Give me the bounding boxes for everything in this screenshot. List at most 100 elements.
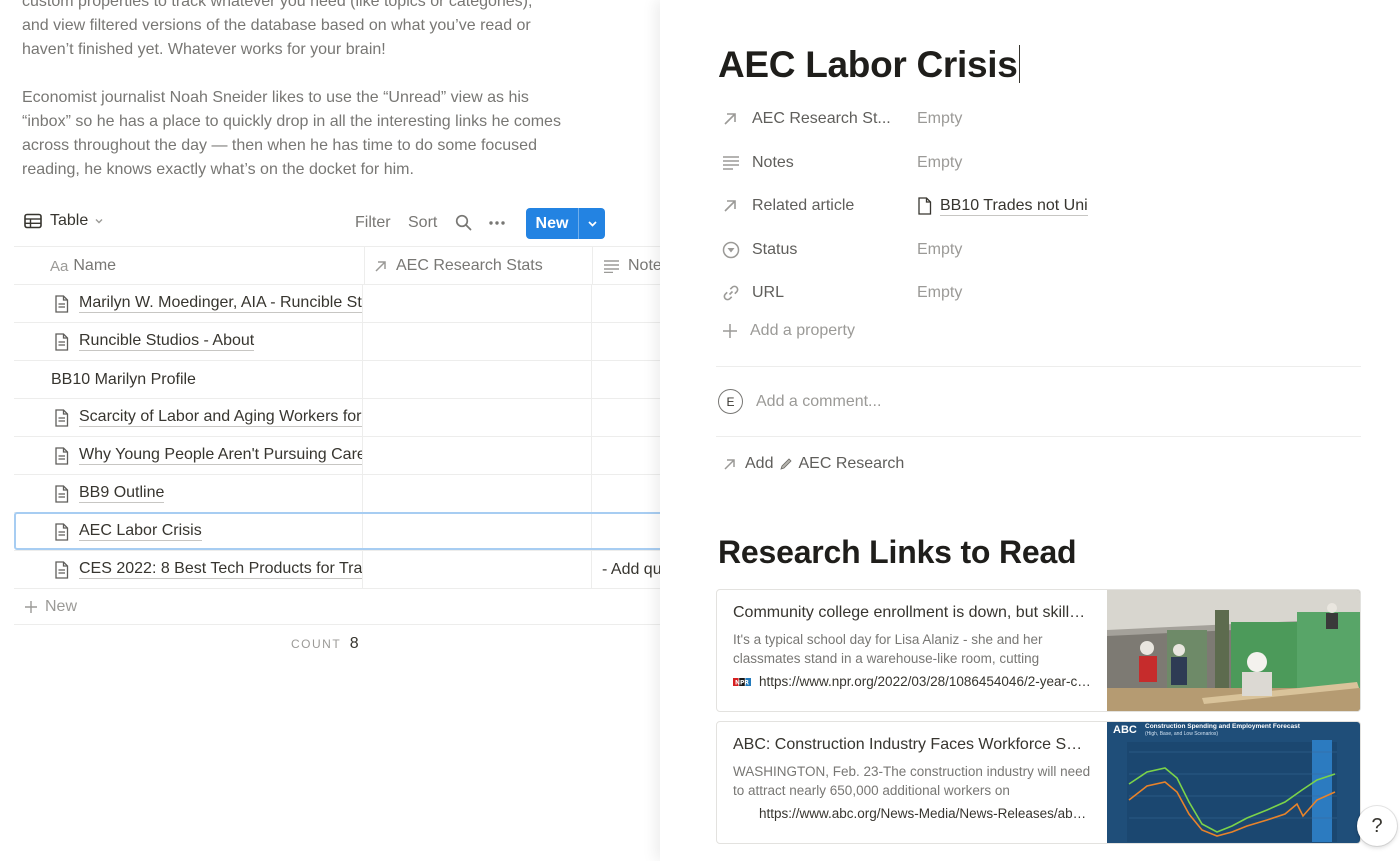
column-header-aec-research-stats[interactable]: AEC Research Stats: [364, 247, 592, 285]
name-cell[interactable]: Scarcity of Labor and Aging Workers for …: [14, 399, 362, 436]
name-cell[interactable]: BB10 Marilyn Profile: [14, 361, 362, 398]
intro-paragraph-1: custom properties to track whatever you …: [22, 0, 533, 58]
notes-cell[interactable]: [591, 285, 660, 322]
section-heading: Research Links to Read: [718, 534, 1077, 570]
property-name: URL: [752, 284, 785, 301]
notes-cell[interactable]: [591, 437, 660, 474]
status-icon: [722, 241, 744, 259]
table-row[interactable]: Marilyn W. Moedinger, AIA - Runcible Stu…: [14, 285, 660, 323]
relation-arrow-icon: [722, 111, 744, 127]
name-cell[interactable]: Runcible Studios - About: [14, 323, 362, 360]
aec-cell[interactable]: [362, 437, 591, 474]
filter-button[interactable]: Filter: [355, 214, 391, 232]
count-label: COUNT: [291, 637, 341, 651]
aec-cell[interactable]: [362, 475, 591, 512]
page-icon: [55, 446, 69, 465]
table-row[interactable]: BB9 Outline: [14, 475, 660, 513]
add-new-row-label: New: [45, 597, 78, 615]
bookmark-card[interactable]: Community college enrollment is down, bu…: [716, 589, 1361, 712]
property-notes[interactable]: Notes Empty: [722, 148, 1362, 178]
divider: [716, 436, 1361, 437]
view-tab-table[interactable]: Table: [24, 212, 112, 230]
new-record-button[interactable]: New: [526, 208, 605, 239]
property-value[interactable]: Empty: [917, 284, 962, 302]
bookmark-thumbnail-chart: ABC Construction Spending and Employment…: [1107, 722, 1360, 843]
name-cell[interactable]: CES 2022: 8 Best Tech Products for Trade…: [14, 551, 362, 588]
related-article-link[interactable]: BB10 Trades not Uni: [917, 197, 1088, 216]
search-button[interactable]: [455, 214, 472, 236]
text-lines-icon: [722, 155, 744, 171]
database-page: custom properties to track whatever you …: [0, 0, 660, 861]
intro-paragraph-2: Economist journalist Noah Sneider likes …: [22, 89, 561, 178]
side-peek-panel: AEC Labor Crisis AEC Research St... Empt…: [660, 0, 1400, 861]
related-article-title: BB10 Trades not Uni: [940, 196, 1088, 216]
sort-button[interactable]: Sort: [408, 214, 437, 232]
view-tab-label: Table: [50, 212, 89, 229]
property-value[interactable]: Empty: [917, 241, 962, 259]
column-header-notes[interactable]: Notes: [592, 247, 660, 285]
database-table: Aa Name AEC Research Stats Notes Marilyn…: [14, 246, 660, 625]
row-title: BB10 Marilyn Profile: [51, 370, 196, 388]
row-title: Runcible Studios - About: [79, 332, 255, 351]
property-status[interactable]: Status Empty: [722, 235, 1362, 265]
row-title: Why Young People Aren't Pursuing Careers…: [79, 446, 362, 465]
page-title[interactable]: AEC Labor Crisis: [718, 44, 1020, 86]
avatar: E: [718, 389, 743, 414]
page-icon: [55, 560, 69, 579]
property-related-article[interactable]: Related article BB10 Trades not Uni: [722, 191, 1362, 221]
bookmark-card[interactable]: ABC: Construction Industry Faces Workfor…: [716, 721, 1361, 844]
property-name: Status: [752, 241, 798, 258]
name-cell[interactable]: BB9 Outline: [14, 475, 362, 512]
bookmark-text: Community college enrollment is down, bu…: [717, 590, 1107, 711]
bookmark-title: ABC: Construction Industry Faces Workfor…: [733, 736, 1091, 753]
count-value: 8: [349, 635, 359, 652]
table-row[interactable]: Scarcity of Labor and Aging Workers for …: [14, 399, 660, 437]
add-related-record-button[interactable]: Add AEC Research: [722, 455, 904, 473]
table-row[interactable]: CES 2022: 8 Best Tech Products for Trade…: [14, 551, 660, 589]
notes-cell[interactable]: [591, 323, 660, 360]
name-cell[interactable]: Why Young People Aren't Pursuing Careers…: [14, 437, 362, 474]
property-value[interactable]: Empty: [917, 110, 962, 128]
aec-cell[interactable]: [362, 399, 591, 436]
chevron-down-icon: [95, 219, 103, 224]
add-property-button[interactable]: Add a property: [722, 322, 855, 340]
bookmark-url-text: https://www.abc.org/News-Media/News-Rele…: [759, 806, 1091, 821]
row-title: CES 2022: 8 Best Tech Products for Trade…: [79, 560, 362, 579]
notes-cell[interactable]: [591, 399, 660, 436]
page-icon: [55, 408, 69, 427]
notes-cell[interactable]: [591, 475, 660, 512]
name-cell[interactable]: Marilyn W. Moedinger, AIA - Runcible Stu…: [14, 285, 362, 322]
property-url[interactable]: URL Empty: [722, 278, 1362, 308]
bookmark-url-text: https://www.npr.org/2022/03/28/108645404…: [759, 674, 1091, 689]
property-aec-research-stats[interactable]: AEC Research St... Empty: [722, 104, 1362, 134]
comment-input[interactable]: Add a comment...: [756, 393, 881, 411]
notes-cell[interactable]: - Add quote: [591, 551, 660, 588]
npr-favicon-icon: NPR: [733, 677, 751, 686]
table-row[interactable]: Why Young People Aren't Pursuing Careers…: [14, 437, 660, 475]
table-row[interactable]: Runcible Studios - About: [14, 323, 660, 361]
aec-cell[interactable]: [362, 323, 591, 360]
table-row[interactable]: BB10 Marilyn Profile: [14, 361, 660, 399]
notes-cell[interactable]: [591, 361, 660, 398]
ellipsis-icon: [489, 221, 505, 225]
add-new-row-button[interactable]: New: [14, 589, 660, 625]
column-header-label: Notes: [628, 257, 660, 274]
text-lines-icon: [604, 260, 619, 273]
bookmark-url: NPR https://www.npr.org/2022/03/28/10864…: [733, 674, 1091, 689]
bookmark-text: ABC: Construction Industry Faces Workfor…: [717, 722, 1107, 843]
column-header-name[interactable]: Aa Name: [50, 247, 116, 285]
aec-cell[interactable]: [362, 285, 591, 322]
link-icon: [722, 284, 744, 302]
property-value[interactable]: Empty: [917, 154, 962, 172]
row-count[interactable]: COUNT 8: [291, 635, 359, 653]
table-row-selected[interactable]: AEC Labor Crisis: [14, 512, 660, 551]
aec-cell[interactable]: [362, 551, 591, 588]
table-icon: [24, 213, 42, 229]
more-options-button[interactable]: [488, 214, 506, 235]
page-icon: [918, 197, 932, 215]
comment-composer[interactable]: E Add a comment...: [718, 389, 881, 414]
text-cursor: [1018, 45, 1020, 83]
aec-cell[interactable]: [362, 361, 591, 398]
new-template-dropdown[interactable]: [579, 208, 605, 239]
help-button[interactable]: ?: [1357, 806, 1397, 846]
